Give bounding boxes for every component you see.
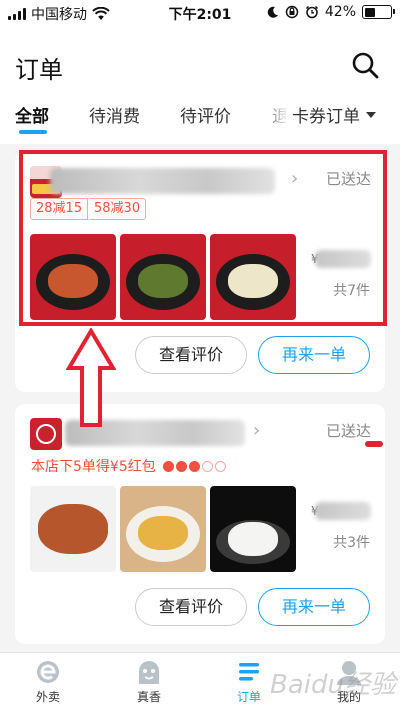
- tab-all[interactable]: 全部: [15, 102, 49, 127]
- battery-icon: [362, 5, 395, 19]
- food-thumbnail[interactable]: [210, 234, 296, 320]
- header: 订单 全部 待消费 待评价 退 卡券订单: [0, 26, 400, 144]
- price-blurred: [315, 250, 371, 268]
- tab-pending-review[interactable]: 待评价: [180, 102, 231, 127]
- tab-fade: [258, 98, 290, 132]
- order-tabs: 全部 待消费 待评价 退 卡券订单: [0, 98, 400, 138]
- takeout-icon: [37, 661, 59, 683]
- coupon-orders-dropdown[interactable]: 卡券订单: [292, 102, 376, 127]
- food-thumbnail[interactable]: [30, 234, 116, 320]
- price-blurred: [315, 502, 371, 520]
- caret-down-icon: [366, 111, 376, 118]
- progress-empty-icon: [214, 460, 226, 472]
- order-status: 已送达: [325, 170, 371, 188]
- store-logo: [30, 418, 62, 450]
- annotation-mark: [365, 441, 383, 447]
- view-review-button[interactable]: 查看评价: [135, 588, 247, 626]
- order-card[interactable]: › 已送达 28减15 58减30 ¥ 共7件 查看评价 再来一单: [15, 152, 385, 392]
- item-count: 共7件: [333, 283, 370, 299]
- progress-check-icon: [162, 460, 174, 472]
- active-tab-indicator: [19, 130, 47, 134]
- order-list-icon: [239, 663, 259, 681]
- moon-icon: [267, 6, 278, 18]
- food-thumbnail[interactable]: [30, 486, 116, 572]
- store-promo: 本店下5单得¥5红包: [31, 456, 226, 476]
- chevron-right-icon[interactable]: ›: [291, 168, 298, 189]
- food-thumbnail[interactable]: [120, 486, 206, 572]
- store-name-blurred: [50, 168, 275, 194]
- order-progress: [162, 460, 226, 472]
- tab-pending-use[interactable]: 待消费: [89, 102, 140, 127]
- food-thumbnail[interactable]: [210, 486, 296, 572]
- watermark: Baidu经验: [270, 670, 396, 700]
- item-count: 共3件: [333, 535, 370, 551]
- progress-check-icon: [175, 460, 187, 472]
- nav-label: 真香: [136, 690, 161, 704]
- rotation-lock-icon: [285, 5, 299, 19]
- progress-empty-icon: [201, 460, 213, 472]
- zhenxiang-icon: [139, 661, 159, 684]
- status-bar: 中国移动 下午2:01 42%: [0, 0, 400, 26]
- promo-tag: 28减15: [30, 198, 89, 220]
- promo-text: 本店下5单得¥5红包: [31, 459, 156, 475]
- nav-zhenxiang[interactable]: 真香: [119, 657, 179, 705]
- view-review-button[interactable]: 查看评价: [135, 336, 247, 374]
- chevron-right-icon[interactable]: ›: [253, 420, 260, 441]
- reorder-button[interactable]: 再来一单: [258, 336, 370, 374]
- order-card[interactable]: › 已送达 本店下5单得¥5红包 ¥ 共3件 查看评价 再来一单: [15, 404, 385, 644]
- status-right: 42%: [267, 4, 395, 20]
- reorder-button[interactable]: 再来一单: [258, 588, 370, 626]
- page-title: 订单: [15, 56, 63, 84]
- nav-takeout[interactable]: 外卖: [18, 657, 78, 705]
- battery-percent: 42%: [324, 4, 356, 20]
- coupon-orders-label: 卡券订单: [292, 107, 360, 127]
- store-name-blurred: [65, 420, 245, 446]
- progress-check-icon: [188, 460, 200, 472]
- search-icon[interactable]: [350, 50, 380, 80]
- battery-level: [364, 7, 375, 17]
- order-status: 已送达: [325, 422, 371, 440]
- nav-label: 外卖: [35, 690, 60, 704]
- food-thumbnail[interactable]: [120, 234, 206, 320]
- promo-tag: 58减30: [89, 198, 147, 220]
- alarm-icon: [305, 5, 318, 19]
